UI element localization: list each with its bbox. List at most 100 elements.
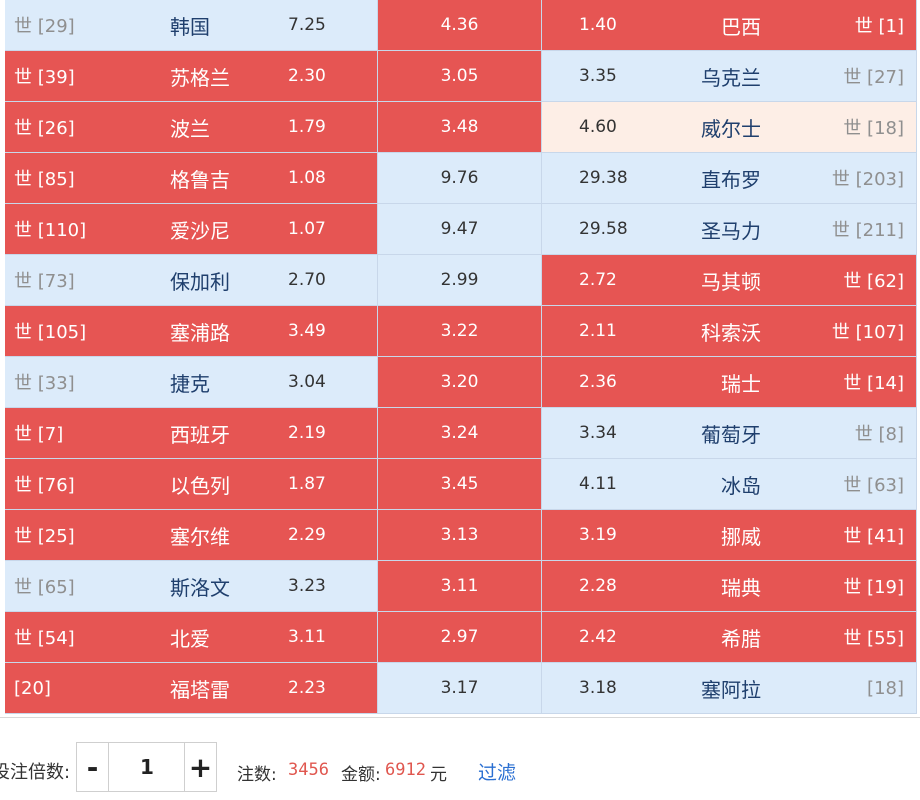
draw-option[interactable]: 3.20 — [378, 357, 542, 408]
away-rank: 世 [55] — [843, 628, 904, 649]
away-rank: 世 [63] — [843, 475, 904, 496]
home-win-option[interactable]: 世 [105] 塞浦路 3.49 — [5, 306, 378, 357]
away-odds: 3.18 — [579, 678, 617, 698]
home-team: 保加利 — [170, 269, 230, 294]
draw-odds: 2.99 — [440, 270, 479, 290]
amount-label: 金额: — [341, 765, 381, 785]
home-odds: 2.23 — [288, 678, 326, 698]
home-odds: 3.04 — [288, 372, 326, 392]
draw-option[interactable]: 4.36 — [378, 0, 542, 51]
away-win-option[interactable]: 4.11 冰岛 世 [63] — [542, 459, 917, 510]
away-team: 圣马力 — [701, 218, 761, 243]
home-win-option[interactable]: 世 [26] 波兰 1.79 — [5, 102, 378, 153]
away-win-option[interactable]: 2.11 科索沃 世 [107] — [542, 306, 917, 357]
away-rank: 世 [14] — [843, 373, 904, 394]
away-team: 葡萄牙 — [701, 422, 761, 447]
match-row: 世 [105] 塞浦路 3.49 3.22 2.11 科索沃 世 [107] — [0, 306, 920, 357]
draw-option[interactable]: 3.11 — [378, 561, 542, 612]
draw-option[interactable]: 3.24 — [378, 408, 542, 459]
match-row: 世 [7] 西班牙 2.19 3.24 3.34 葡萄牙 世 [8] — [0, 408, 920, 459]
away-win-option[interactable]: 3.35 乌克兰 世 [27] — [542, 51, 917, 102]
away-win-option[interactable]: 2.28 瑞典 世 [19] — [542, 561, 917, 612]
home-odds: 2.70 — [288, 270, 326, 290]
away-rank: 世 [41] — [843, 526, 904, 547]
away-odds: 4.11 — [579, 474, 617, 494]
draw-option[interactable]: 9.47 — [378, 204, 542, 255]
away-rank: 世 [62] — [843, 271, 904, 292]
away-win-option[interactable]: 1.40 巴西 世 [1] — [542, 0, 917, 51]
home-odds: 2.29 — [288, 525, 326, 545]
home-win-option[interactable]: 世 [85] 格鲁吉 1.08 — [5, 153, 378, 204]
multiplier-stepper: - + — [76, 742, 217, 792]
odds-grid: 世 [29] 韩国 7.25 4.36 1.40 巴西 世 [1] 世 [39] 苏格兰 2.30… — [0, 0, 920, 718]
home-win-option[interactable]: [20] 福塔雷 2.23 — [5, 663, 378, 714]
draw-odds: 9.76 — [440, 168, 479, 188]
home-rank: [20] — [14, 677, 51, 699]
away-rank: 世 [107] — [831, 322, 904, 343]
home-rank: 世 [25] — [14, 526, 75, 547]
home-team: 波兰 — [170, 116, 210, 141]
away-odds: 2.36 — [579, 372, 617, 392]
away-team: 巴西 — [721, 14, 761, 39]
decrease-button[interactable]: - — [77, 743, 109, 791]
home-win-option[interactable]: 世 [73] 保加利 2.70 — [5, 255, 378, 306]
home-win-option[interactable]: 世 [54] 北爱 3.11 — [5, 612, 378, 663]
home-win-option[interactable]: 世 [7] 西班牙 2.19 — [5, 408, 378, 459]
draw-odds: 3.20 — [440, 372, 479, 392]
home-win-option[interactable]: 世 [76] 以色列 1.87 — [5, 459, 378, 510]
home-win-option[interactable]: 世 [65] 斯洛文 3.23 — [5, 561, 378, 612]
away-team: 乌克兰 — [701, 65, 761, 90]
away-odds: 29.58 — [579, 219, 628, 239]
home-odds: 3.49 — [288, 321, 326, 341]
home-team: 福塔雷 — [170, 677, 230, 702]
home-win-option[interactable]: 世 [29] 韩国 7.25 — [5, 0, 378, 51]
away-win-option[interactable]: 3.19 挪威 世 [41] — [542, 510, 917, 561]
draw-option[interactable]: 3.17 — [378, 663, 542, 714]
draw-odds: 3.11 — [440, 576, 479, 596]
draw-option[interactable]: 2.97 — [378, 612, 542, 663]
away-win-option[interactable]: 2.36 瑞士 世 [14] — [542, 357, 917, 408]
away-team: 挪威 — [721, 524, 761, 549]
draw-option[interactable]: 9.76 — [378, 153, 542, 204]
draw-option[interactable]: 3.22 — [378, 306, 542, 357]
home-odds: 1.79 — [288, 117, 326, 137]
draw-odds: 2.97 — [440, 627, 479, 647]
away-win-option[interactable]: 29.38 直布罗 世 [203] — [542, 153, 917, 204]
draw-option[interactable]: 2.99 — [378, 255, 542, 306]
match-row: [20] 福塔雷 2.23 3.17 3.18 塞阿拉 [18] — [0, 663, 920, 714]
away-win-option[interactable]: 2.72 马其顿 世 [62] — [542, 255, 917, 306]
home-rank: 世 [65] — [14, 577, 75, 598]
draw-option[interactable]: 3.05 — [378, 51, 542, 102]
home-team: 以色列 — [170, 473, 230, 498]
draw-option[interactable]: 3.45 — [378, 459, 542, 510]
away-odds: 2.72 — [579, 270, 617, 290]
away-rank: 世 [1] — [854, 16, 904, 37]
match-row: 世 [85] 格鲁吉 1.08 9.76 29.38 直布罗 世 [203] — [0, 153, 920, 204]
draw-option[interactable]: 3.13 — [378, 510, 542, 561]
home-team: 北爱 — [170, 626, 210, 651]
away-team: 瑞士 — [721, 371, 761, 396]
multiplier-input[interactable] — [110, 743, 184, 791]
home-win-option[interactable]: 世 [33] 捷克 3.04 — [5, 357, 378, 408]
away-win-option[interactable]: 3.18 塞阿拉 [18] — [542, 663, 917, 714]
home-win-option[interactable]: 世 [110] 爱沙尼 1.07 — [5, 204, 378, 255]
filter-link[interactable]: 过滤 — [478, 758, 516, 785]
away-win-option[interactable]: 29.58 圣马力 世 [211] — [542, 204, 917, 255]
increase-button[interactable]: + — [184, 743, 216, 791]
draw-odds: 4.36 — [440, 15, 479, 35]
draw-odds: 3.22 — [440, 321, 479, 341]
away-win-option[interactable]: 2.42 希腊 世 [55] — [542, 612, 917, 663]
home-win-option[interactable]: 世 [25] 塞尔维 2.29 — [5, 510, 378, 561]
home-team: 爱沙尼 — [170, 218, 230, 243]
match-row: 世 [73] 保加利 2.70 2.99 2.72 马其顿 世 [62] — [0, 255, 920, 306]
away-win-option[interactable]: 3.34 葡萄牙 世 [8] — [542, 408, 917, 459]
away-win-option[interactable]: 4.60 威尔士 世 [18] — [542, 102, 917, 153]
away-odds: 2.11 — [579, 321, 617, 341]
home-team: 塞浦路 — [170, 320, 230, 345]
away-odds: 29.38 — [579, 168, 628, 188]
draw-option[interactable]: 3.48 — [378, 102, 542, 153]
home-odds: 1.07 — [288, 219, 326, 239]
home-odds: 3.23 — [288, 576, 326, 596]
home-win-option[interactable]: 世 [39] 苏格兰 2.30 — [5, 51, 378, 102]
home-rank: 世 [105] — [14, 322, 87, 343]
